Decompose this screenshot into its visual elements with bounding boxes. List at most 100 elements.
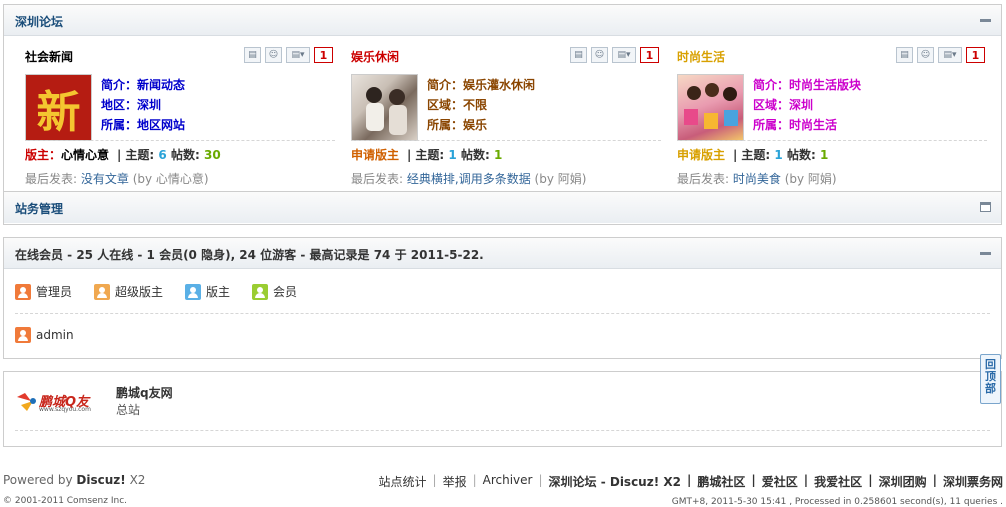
dropdown-icon[interactable]: ▤▾ [612,47,636,63]
online-members: 在线会员 - 25 人在线 - 1 会员(0 隐身), 24 位游客 - 最高记… [3,237,1002,359]
belong-label: 所属： [427,118,464,132]
divider [25,140,335,141]
intro-value: 新闻动态 [137,78,186,92]
threads-count: 1 [448,148,457,162]
posts-count: 1 [819,148,829,162]
last-post: 最后发表: 没有文章 (by 心情心意) [25,170,209,187]
forum-name[interactable]: 社会新闻 [25,48,73,65]
footer-link-aishequ[interactable]: 爱社区 [756,473,804,490]
admin-title[interactable]: 站务管理 [15,200,63,217]
link-name[interactable]: 鹏城q友网 [116,384,173,401]
user-icon[interactable]: ☺ [265,47,282,63]
last-post-link[interactable]: 没有文章 [81,172,129,186]
rss-icon[interactable]: ▤ [896,47,913,63]
footer-link-woaishequ[interactable]: 我爱社区 [808,473,868,490]
mod-name[interactable]: 心情心意 [61,148,109,162]
belong-label: 所属： [101,118,138,132]
sep: | [117,148,122,162]
legend-label: 会员 [273,285,298,299]
intro-value: 娱乐灌水休闲 [463,78,536,92]
threads-label: 主题: [125,148,155,162]
forum-thumbnail[interactable] [351,74,418,141]
belong-value: 地区网站 [137,118,186,132]
forum-cell: 时尚生活 ▤ ☺ ▤▾ 1 简介：时尚生活版块 区域：深圳 所属：时尚生活 申请… [677,47,987,188]
forum-info: 简介：时尚生活版块 区域：深圳 所属：时尚生活 [753,75,861,135]
thumb-char: 新 [36,86,81,138]
sep: | [733,148,738,162]
admin-user-icon [15,283,31,300]
forum-tools: ▤ ☺ ▤▾ 1 [244,47,333,63]
intro-label: 简介： [427,78,464,92]
category-title[interactable]: 深圳论坛 [15,13,63,30]
legend-label: 版主 [206,285,231,299]
intro-label: 简介： [753,78,790,92]
last-by[interactable]: (by 阿娟) [535,172,587,186]
forum-name[interactable]: 时尚生活 [677,48,725,65]
logo-url: www.szqyou.com [39,406,91,413]
region-value: 深圳 [137,98,162,112]
footer-link-site[interactable]: 深圳论坛 - Discuz! X2 [543,473,687,490]
belong-label: 所属： [753,118,790,132]
region-value: 深圳 [789,98,814,112]
back-to-top-button[interactable]: 回顶部 [980,354,1001,404]
forum-category: 深圳论坛 社会新闻 ▤ ☺ ▤▾ 1 新 简介：新闻动态 地区：深圳 所属：地区… [3,4,1002,192]
forum-tools: ▤ ☺ ▤▾ 1 [570,47,659,63]
footer-link-stats[interactable]: 站点统计 [373,473,433,490]
forum-thumbnail[interactable] [677,74,744,141]
powered-prefix: Powered by [3,473,73,487]
user-icon[interactable]: ☺ [917,47,934,63]
posts-label: 帖数: [460,148,490,162]
apply-mod-link[interactable]: 申请版主 [351,148,399,162]
region-label: 区域： [427,98,464,112]
legend-super-mod: 超级版主 [94,283,163,300]
site-logo[interactable]: 鹏城Q友 www.szqyou.com [15,389,105,415]
apply-mod-link[interactable]: 申请版主 [677,148,725,162]
online-title[interactable]: 在线会员 - 25 人在线 - 1 会员(0 隐身), 24 位游客 - 最高记… [15,246,484,263]
footer-link-piaowu[interactable]: 深圳票务网 [937,473,1003,490]
footer-link-pengcheng[interactable]: 鹏城社区 [691,473,751,490]
threads-count: 6 [158,148,167,162]
expand-icon[interactable] [980,202,991,212]
forum-name[interactable]: 娱乐休闲 [351,48,399,65]
friend-links: 鹏城Q友 www.szqyou.com 鹏城q友网 总站 [3,371,1002,447]
rss-icon[interactable]: ▤ [244,47,261,63]
forum-cell: 社会新闻 ▤ ☺ ▤▾ 1 新 简介：新闻动态 地区：深圳 所属：地区网站 版主… [25,47,335,188]
dropdown-icon[interactable]: ▤▾ [286,47,310,63]
footer-nav: 站点统计 | 举报 | Archiver | 深圳论坛 - Discuz! X2 | 鹏… [373,473,1004,490]
last-by[interactable]: (by 阿娟) [785,172,837,186]
footer-link-report[interactable]: 举报 [437,473,473,490]
last-by[interactable]: (by 心情心意) [133,172,209,186]
footer-link-tuangou[interactable]: 深圳团购 [873,473,933,490]
forum-stats: 申请版主 | 主题: 1 帖数: 1 [351,146,502,163]
posts-label: 帖数: [786,148,816,162]
last-post-link[interactable]: 经典横排,调用多条数据 [407,172,531,186]
new-count-badge: 1 [966,47,985,63]
forum-thumbnail[interactable]: 新 [25,74,92,141]
last-post-link[interactable]: 时尚美食 [733,172,781,186]
online-user-name[interactable]: admin [36,328,74,342]
belong-value: 娱乐 [463,118,488,132]
sep: | [407,148,412,162]
rss-icon[interactable]: ▤ [570,47,587,63]
last-post: 最后发表: 经典横排,调用多条数据 (by 阿娟) [351,170,586,187]
collapse-icon[interactable] [980,252,991,255]
legend-label: 管理员 [36,285,73,299]
last-label: 最后发表: [677,172,730,186]
forum-info: 简介：新闻动态 地区：深圳 所属：地区网站 [101,75,185,135]
legend-admin: 管理员 [15,283,72,300]
legend-member: 会员 [252,283,297,300]
collapse-icon[interactable] [980,19,991,22]
dropdown-icon[interactable]: ▤▾ [938,47,962,63]
member-legend: 管理员 超级版主 版主 会员 [15,283,297,300]
posts-count: 30 [203,148,221,162]
region-value: 不限 [463,98,488,112]
threads-label: 主题: [415,148,445,162]
belong-value: 时尚生活 [789,118,838,132]
user-icon[interactable]: ☺ [591,47,608,63]
divider [677,140,987,141]
powered-name[interactable]: Discuz! [76,473,125,487]
online-user[interactable]: admin [15,327,74,343]
powered-by: Powered by Discuz! X2 [3,473,145,487]
footer-link-archiver[interactable]: Archiver [477,473,539,490]
super-mod-user-icon [94,283,111,300]
